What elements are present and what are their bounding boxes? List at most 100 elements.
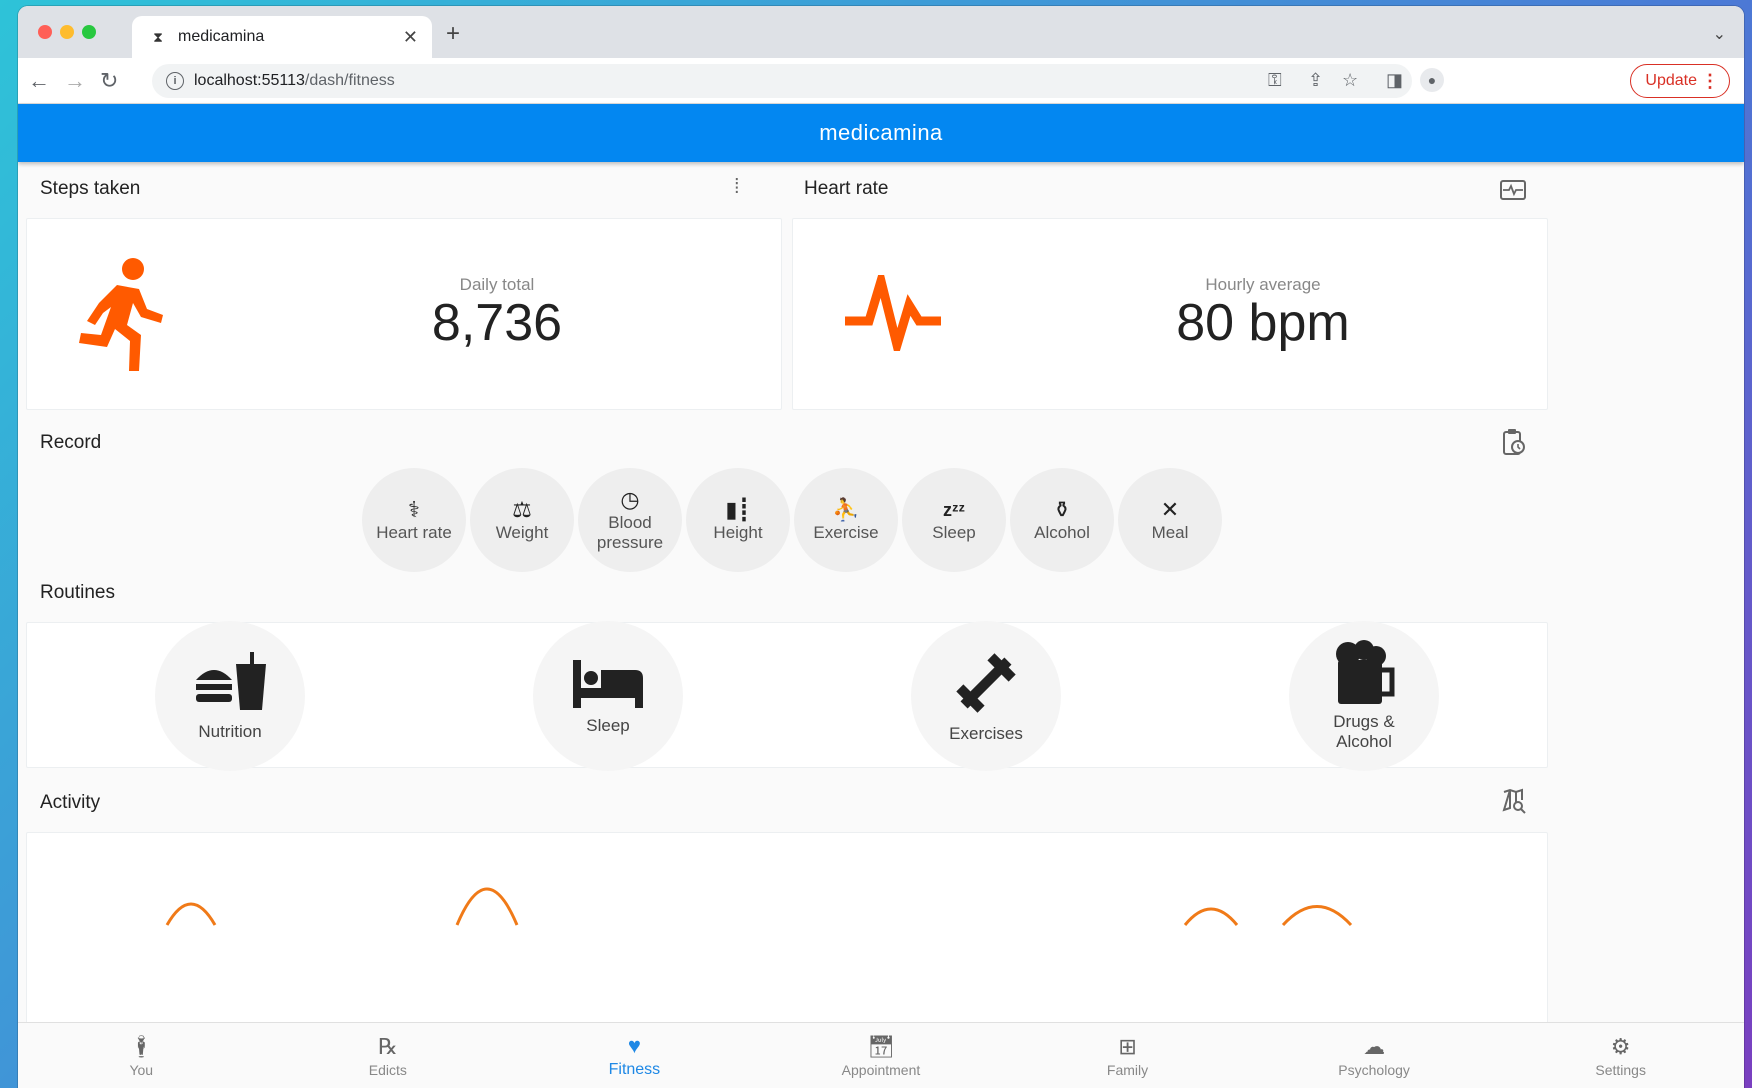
bottom-navigation: 🕴︎ You ℞ Edicts ♥ Fitness 📅︎ Appointment… — [18, 1022, 1744, 1088]
new-tab-button[interactable]: + — [446, 20, 460, 48]
heart-rate-caption: Hourly average — [1205, 275, 1321, 294]
record-height-button[interactable]: ▮┋ Height — [686, 468, 790, 572]
activity-curve — [1281, 905, 1353, 927]
height-icon: ▮┋ — [725, 497, 751, 522]
steps-caption: Daily total — [459, 275, 535, 294]
routine-sleep-button[interactable]: Sleep — [533, 621, 683, 771]
record-meal-button[interactable]: ✕ Meal — [1118, 468, 1222, 572]
record-heart-rate-button[interactable]: ⚕ Heart rate — [362, 468, 466, 572]
nav-label: Edicts — [368, 1061, 407, 1078]
close-tab-icon[interactable]: ✕ — [403, 27, 418, 48]
tab-strip: ⧗ medicamina ✕ + ⌄ — [18, 6, 1744, 58]
bed-icon — [573, 660, 643, 708]
record-blood-pressure-button[interactable]: ◷ Blood pressure — [578, 468, 682, 572]
record-exercise-button[interactable]: ⛹ Exercise — [794, 468, 898, 572]
nav-family[interactable]: ⊞ Family — [1053, 1034, 1203, 1078]
heart-pulse-icon: ♥ — [627, 1032, 641, 1058]
footprints-icon: ⁞ — [734, 176, 740, 198]
brain-icon: ☁ — [1363, 1033, 1386, 1059]
rx-icon: ℞ — [377, 1033, 398, 1059]
forward-arrow-icon[interactable]: → — [64, 68, 86, 94]
url-host: localhost:55113 — [194, 72, 305, 89]
steps-title: Steps taken — [40, 178, 141, 199]
nav-appointment[interactable]: 📅︎ Appointment — [806, 1034, 956, 1078]
bottles-icon: ⚱ — [1052, 497, 1072, 522]
close-window-button[interactable] — [38, 25, 52, 39]
burger-drink-icon — [196, 652, 266, 710]
site-info-icon[interactable]: i — [166, 72, 184, 90]
dashboard-content: Steps taken ⁞ Heart rate Daily total 8,7… — [18, 162, 1744, 1022]
record-item-label: Alcohol — [1034, 523, 1090, 542]
tab-search-chevron-icon[interactable]: ⌄ — [1713, 24, 1726, 44]
activity-title: Activity — [40, 792, 101, 813]
record-item-label: Weight — [495, 523, 549, 542]
family-tree-icon: ⊞ — [1118, 1033, 1137, 1059]
nav-label: Psychology — [1338, 1061, 1410, 1078]
gauge-icon: ◷ — [620, 487, 640, 512]
record-item-label: Heart rate — [376, 523, 452, 542]
profile-avatar-icon[interactable]: ● — [1420, 68, 1444, 92]
person-icon: 🕴︎ — [127, 1033, 156, 1059]
zzz-icon: zᶻᶻ — [942, 500, 965, 520]
activity-curve — [165, 902, 217, 926]
routine-drugs-alcohol-button[interactable]: Drugs & Alcohol — [1289, 621, 1439, 771]
record-item-label: Blood pressure — [596, 513, 664, 552]
update-label: Update — [1645, 72, 1697, 89]
browser-window: ⧗ medicamina ✕ + ⌄ ← → ↻ i localhost:551… — [18, 6, 1744, 1088]
dna-favicon-icon: ⧗ — [153, 28, 163, 45]
activity-chart — [165, 887, 1353, 927]
stethoscope-icon: ⚕ — [408, 497, 420, 522]
back-arrow-icon[interactable]: ← — [28, 68, 50, 94]
dumbbell-icon — [956, 653, 1016, 713]
record-weight-button[interactable]: ⚖ Weight — [470, 468, 574, 572]
update-button[interactable]: Update ⋮ — [1630, 64, 1730, 98]
routine-label: Sleep — [586, 716, 630, 735]
heart-rate-value: 80 bpm — [1176, 294, 1350, 352]
heart-rate-card: Hourly average 80 bpm — [792, 218, 1548, 410]
app-title: medicamina — [819, 120, 943, 145]
nav-you[interactable]: 🕴︎ You — [66, 1034, 216, 1078]
reload-icon[interactable]: ↻ — [100, 68, 118, 94]
record-sleep-button[interactable]: zᶻᶻ Sleep — [902, 468, 1006, 572]
tab-title: medicamina — [178, 28, 265, 45]
record-item-label: Height — [713, 523, 763, 542]
app-bar: medicamina — [18, 104, 1744, 162]
browser-toolbar: ← → ↻ i localhost:55113/dash/fitness ⚿ ⇪… — [18, 58, 1744, 104]
share-icon[interactable]: ⇪ — [1308, 70, 1323, 91]
beer-mug-icon — [1336, 640, 1395, 704]
more-menu-icon[interactable]: ⋮ — [1701, 71, 1719, 92]
running-person-icon — [79, 258, 163, 371]
nav-psychology[interactable]: ☁ Psychology — [1299, 1034, 1449, 1078]
side-panel-icon[interactable]: ◨ — [1386, 70, 1403, 91]
nav-label: You — [129, 1061, 154, 1078]
steps-card: Daily total 8,736 — [26, 218, 782, 410]
record-buttons: ⚕ Heart rate ⚖ Weight ◷ Blood pressure ▮… — [362, 468, 1222, 572]
weightlifter-icon: ⛹ — [832, 497, 860, 522]
nav-settings[interactable]: ⚙ Settings — [1546, 1034, 1696, 1078]
routine-label: Drugs & Alcohol — [1333, 712, 1395, 751]
record-item-label: Exercise — [813, 523, 879, 542]
maximize-window-button[interactable] — [82, 25, 96, 39]
url-text: localhost:55113/dash/fitness — [194, 72, 395, 90]
routine-nutrition-button[interactable]: Nutrition — [155, 621, 305, 771]
heartbeat-pulse-icon — [845, 275, 941, 351]
nav-fitness[interactable]: ♥ Fitness — [559, 1033, 709, 1079]
browser-tab[interactable]: ⧗ medicamina ✕ — [132, 16, 432, 58]
star-bookmark-icon[interactable]: ☆ — [1342, 70, 1358, 91]
fork-knife-icon: ✕ — [1160, 497, 1180, 522]
minimize-window-button[interactable] — [60, 25, 74, 39]
record-alcohol-button[interactable]: ⚱ Alcohol — [1010, 468, 1114, 572]
nav-edicts[interactable]: ℞ Edicts — [313, 1034, 463, 1078]
key-icon[interactable]: ⚿ — [1268, 70, 1282, 91]
address-bar[interactable]: i localhost:55113/dash/fitness — [152, 64, 1412, 98]
routine-exercises-button[interactable]: Exercises — [911, 621, 1061, 771]
map-search-icon — [1502, 788, 1526, 814]
routine-label: Nutrition — [198, 722, 262, 741]
nav-label: Settings — [1595, 1061, 1646, 1078]
scale-icon: ⚖ — [512, 497, 532, 522]
record-item-label: Meal — [1151, 523, 1189, 542]
url-path: /dash/fitness — [304, 72, 395, 89]
activity-curve — [455, 887, 519, 926]
routine-label: Exercises — [949, 724, 1023, 743]
activity-card — [26, 832, 1548, 1022]
